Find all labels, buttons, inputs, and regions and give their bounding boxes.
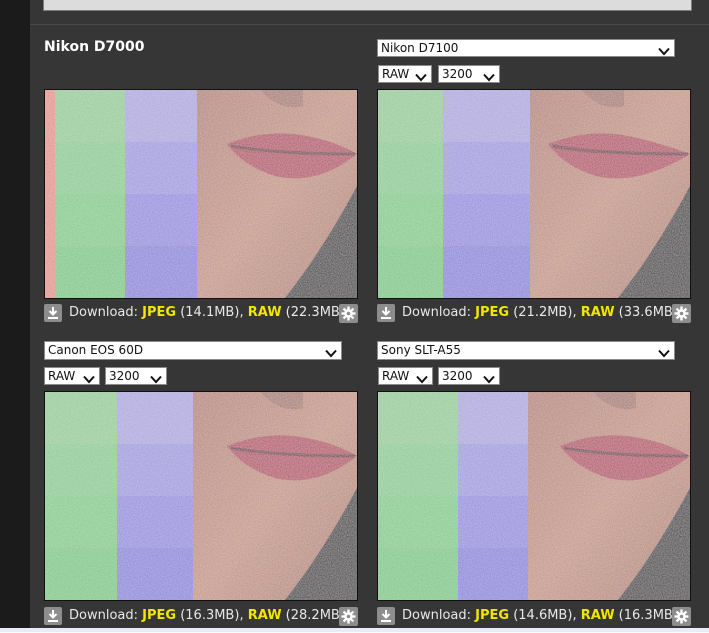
format-select[interactable]: RAW [378, 65, 432, 83]
camera-select[interactable]: Canon EOS 60D [44, 341, 342, 360]
chevron-down-icon [483, 372, 495, 384]
raw-size: (16.3MB) [618, 608, 678, 623]
jpeg-link[interactable]: JPEG [475, 305, 509, 320]
top-strip [43, 0, 692, 11]
camera-select-value: Nikon D7100 [381, 41, 459, 55]
chevron-down-icon [325, 346, 337, 358]
camera-select[interactable]: Sony SLT-A55 [377, 341, 675, 360]
format-select-value: RAW [48, 369, 76, 383]
raw-size: (33.6MB) [618, 305, 678, 320]
download-label: Download: [69, 305, 138, 320]
download-row: Download: JPEG (14.1MB), RAW (22.3MB) [44, 303, 358, 323]
gear-icon[interactable] [339, 304, 358, 323]
raw-link[interactable]: RAW [248, 305, 282, 320]
camera-title: Nikon D7000 [44, 39, 145, 55]
sample-image[interactable] [377, 89, 691, 299]
sample-image[interactable] [44, 89, 358, 299]
footer-strip [0, 628, 709, 632]
download-icon[interactable] [377, 607, 395, 625]
sample-image[interactable] [44, 391, 358, 601]
jpeg-link[interactable]: JPEG [142, 305, 176, 320]
chevron-down-icon [416, 372, 428, 384]
gear-icon[interactable] [672, 607, 691, 626]
camera-select-value: Canon EOS 60D [48, 343, 144, 357]
download-label: Download: [69, 608, 138, 623]
raw-link[interactable]: RAW [581, 608, 615, 623]
left-rail [0, 0, 30, 632]
chevron-down-icon [415, 70, 427, 82]
camera-select[interactable]: Nikon D7100 [377, 39, 675, 57]
format-select[interactable]: RAW [378, 367, 433, 385]
iso-select-value: 3200 [109, 369, 140, 383]
camera-select-value: Sony SLT-A55 [381, 343, 461, 357]
download-icon[interactable] [44, 304, 62, 322]
format-select-value: RAW [382, 369, 410, 383]
gear-icon[interactable] [339, 607, 358, 626]
chevron-down-icon [83, 372, 95, 384]
iso-select[interactable]: 3200 [438, 367, 500, 385]
comparison-cell-1: Nikon D7100 RAW 3200 Download: JPEG (21.… [377, 38, 691, 328]
raw-link[interactable]: RAW [248, 608, 282, 623]
sample-image[interactable] [377, 391, 691, 601]
raw-size: (22.3MB) [285, 305, 345, 320]
download-row: Download: JPEG (21.2MB), RAW (33.6MB) [377, 303, 691, 323]
download-row: Download: JPEG (14.6MB), RAW (16.3MB) [377, 606, 691, 626]
jpeg-size: (16.3MB) [180, 608, 240, 623]
chevron-down-icon [483, 70, 495, 82]
gear-icon[interactable] [672, 304, 691, 323]
iso-select[interactable]: 3200 [438, 65, 500, 83]
format-select-value: RAW [382, 67, 410, 81]
chevron-down-icon [150, 372, 162, 384]
iso-select-value: 3200 [442, 369, 473, 383]
jpeg-link[interactable]: JPEG [475, 608, 509, 623]
jpeg-link[interactable]: JPEG [142, 608, 176, 623]
download-row: Download: JPEG (16.3MB), RAW (28.2MB) [44, 606, 358, 626]
format-select[interactable]: RAW [44, 367, 100, 385]
comparison-cell-2: Canon EOS 60D RAW 3200 Download: JPEG (1… [44, 341, 358, 628]
comparison-cell-0: Nikon D7000 Download: JPEG (14.1MB), RAW… [44, 38, 358, 328]
download-label: Download: [402, 608, 471, 623]
download-label: Download: [402, 305, 471, 320]
chevron-down-icon [658, 44, 670, 56]
download-icon[interactable] [377, 304, 395, 322]
iso-select-value: 3200 [442, 67, 473, 81]
iso-select[interactable]: 3200 [105, 367, 167, 385]
jpeg-size: (21.2MB) [513, 305, 573, 320]
download-icon[interactable] [44, 607, 62, 625]
divider [30, 24, 709, 25]
chevron-down-icon [658, 346, 670, 358]
raw-size: (28.2MB) [285, 608, 345, 623]
comparison-cell-3: Sony SLT-A55 RAW 3200 Download: JPEG (14… [377, 341, 691, 628]
raw-link[interactable]: RAW [581, 305, 615, 320]
jpeg-size: (14.6MB) [513, 608, 573, 623]
jpeg-size: (14.1MB) [180, 305, 240, 320]
